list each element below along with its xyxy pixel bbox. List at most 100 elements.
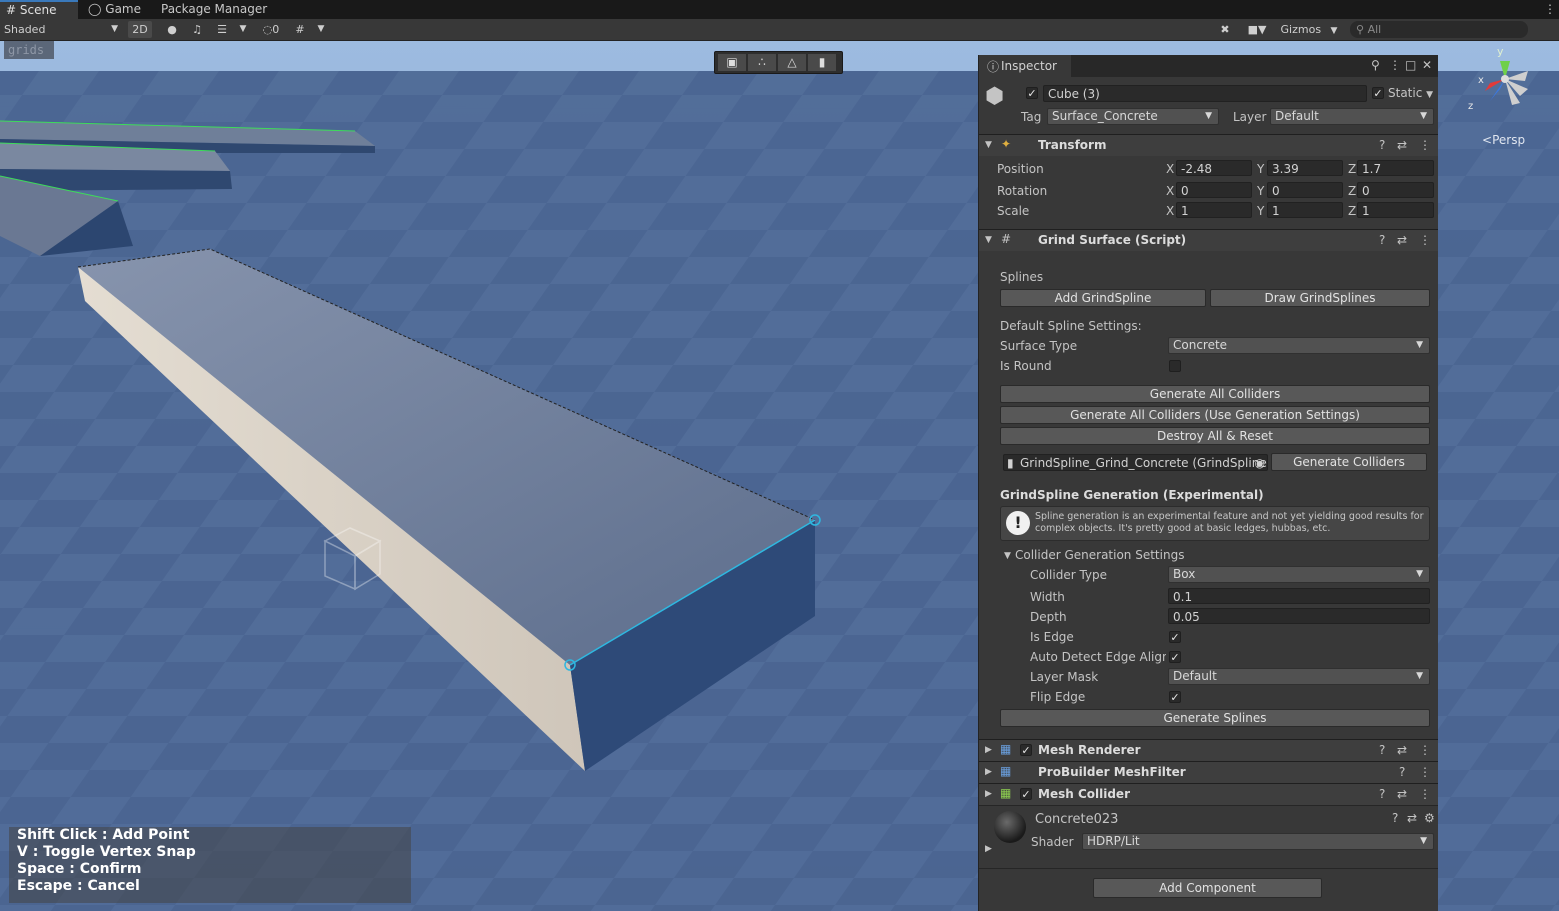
grid-toggle-icon[interactable]: #	[291, 21, 309, 38]
options-icon[interactable]: ⋮	[1389, 58, 1401, 72]
shader-dropdown[interactable]: HDRP/Lit ▼	[1082, 833, 1434, 850]
mesh-renderer-header[interactable]: ▶ ▦ ✓ Mesh Renderer ? ⇄ ⋮	[979, 739, 1438, 761]
lighting-toggle-icon[interactable]: ●	[163, 21, 181, 38]
foldout-collapsed-icon[interactable]: ▶	[985, 765, 992, 779]
destroy-all-reset-button[interactable]: Destroy All & Reset	[1000, 427, 1430, 445]
foldout-expanded-icon[interactable]: ▼	[985, 138, 992, 152]
foldout-collapsed-icon[interactable]: ▶	[985, 743, 992, 757]
auto-detect-edge-checkbox[interactable]: ✓	[1169, 651, 1181, 664]
active-checkbox[interactable]: ✓	[1026, 87, 1038, 100]
help-icon[interactable]: ?	[1392, 811, 1398, 825]
help-icon[interactable]: ?	[1399, 765, 1405, 779]
mesh-renderer-enabled-checkbox[interactable]: ✓	[1020, 744, 1032, 757]
component-menu-icon[interactable]: ⋮	[1419, 787, 1431, 801]
close-icon[interactable]: ✕	[1422, 58, 1432, 72]
foldout-collapsed-icon[interactable]: ▶	[985, 842, 992, 856]
vertex-mode-icon[interactable]: ∴	[748, 54, 776, 71]
gear-icon[interactable]: ⚙	[1424, 811, 1435, 825]
help-icon[interactable]: ?	[1379, 138, 1385, 152]
effects-toggle-icon[interactable]: ☰	[213, 21, 231, 38]
generate-colliders-button[interactable]: Generate Colliders	[1271, 453, 1427, 471]
gizmos-dropdown[interactable]: Gizmos ▼	[1276, 21, 1342, 38]
flip-edge-checkbox[interactable]: ✓	[1169, 691, 1181, 704]
object-mode-icon[interactable]: ▣	[718, 54, 746, 71]
tag-dropdown[interactable]: Surface_Concrete ▼	[1047, 108, 1219, 125]
face-mode-icon[interactable]: ▮	[808, 54, 836, 71]
probuilder-meshfilter-header[interactable]: ▶ ▦ ProBuilder MeshFilter ? ⋮	[979, 761, 1438, 783]
component-menu-icon[interactable]: ⋮	[1419, 743, 1431, 757]
preset-icon[interactable]: ⇄	[1397, 743, 1407, 757]
draw-grindsplines-button[interactable]: Draw GrindSplines	[1210, 289, 1430, 307]
layer-dropdown[interactable]: Default ▼	[1270, 108, 1434, 125]
component-menu-icon[interactable]: ⋮	[1419, 765, 1431, 779]
scene-search-input[interactable]: ⚲ All	[1350, 21, 1528, 38]
rotation-z-field[interactable]: 0	[1357, 182, 1434, 198]
position-y-field[interactable]: 3.39	[1267, 160, 1343, 176]
component-menu-icon[interactable]: ⋮	[1419, 138, 1431, 152]
add-grindspline-button[interactable]: Add GrindSpline	[1000, 289, 1206, 307]
preset-icon[interactable]: ⇄	[1397, 138, 1407, 152]
scale-z-field[interactable]: 1	[1357, 202, 1434, 218]
audio-toggle-icon[interactable]: ♫	[188, 21, 206, 38]
edge-mode-icon[interactable]: △	[778, 54, 806, 71]
tools-icon[interactable]: ✖	[1215, 21, 1235, 38]
add-component-button[interactable]: Add Component	[1093, 878, 1322, 898]
tab-package-manager[interactable]: Package Manager	[155, 0, 275, 19]
object-picker-icon[interactable]: ◉	[1255, 455, 1265, 470]
layer-value: Default	[1275, 109, 1319, 123]
scale-x-field[interactable]: 1	[1176, 202, 1252, 218]
surface-type-dropdown[interactable]: Concrete ▼	[1168, 337, 1430, 354]
preset-icon[interactable]: ⇄	[1407, 811, 1417, 825]
grindspline-object-field[interactable]: ▮ GrindSpline_Grind_Concrete (GrindSplin…	[1003, 454, 1268, 471]
static-dropdown[interactable]: Static ▼	[1388, 86, 1433, 100]
mesh-collider-enabled-checkbox[interactable]: ✓	[1020, 788, 1032, 801]
shading-mode-dropdown[interactable]: Shaded ▼	[4, 21, 122, 38]
object-name-field[interactable]: Cube (3)	[1043, 85, 1367, 102]
is-round-checkbox[interactable]	[1169, 360, 1181, 372]
component-menu-icon[interactable]: ⋮	[1419, 233, 1431, 247]
effects-dropdown-icon[interactable]: ▼	[236, 21, 250, 38]
tab-inspector[interactable]: ⓘ Inspector	[979, 55, 1071, 77]
tab-game[interactable]: ◯ Game	[82, 0, 154, 19]
tab-scene[interactable]: # Scene	[0, 0, 78, 19]
mesh-collider-header[interactable]: ▶ ▦ ✓ Mesh Collider ? ⇄ ⋮	[979, 783, 1438, 805]
generate-splines-button[interactable]: Generate Splines	[1000, 709, 1430, 727]
chevron-down-icon: ▼	[1205, 111, 1212, 121]
help-icon[interactable]: ?	[1379, 233, 1385, 247]
foldout-expanded-icon[interactable]: ▼	[1004, 549, 1011, 563]
generate-all-colliders-settings-button[interactable]: Generate All Colliders (Use Generation S…	[1000, 406, 1430, 424]
grid-dropdown-icon[interactable]: ▼	[314, 21, 328, 38]
foldout-collapsed-icon[interactable]: ▶	[985, 787, 992, 801]
width-field[interactable]: 0.1	[1168, 588, 1430, 604]
help-icon[interactable]: ?	[1379, 787, 1385, 801]
rotation-x-field[interactable]: 0	[1176, 182, 1252, 198]
toggle-2d-label: 2D	[132, 23, 148, 36]
preset-icon[interactable]: ⇄	[1397, 787, 1407, 801]
hidden-count: 0	[272, 23, 280, 36]
generate-all-colliders-button[interactable]: Generate All Colliders	[1000, 385, 1430, 403]
info-icon: ⓘ	[987, 60, 1000, 74]
default-spline-settings-label: Default Spline Settings:	[1000, 319, 1142, 333]
grind-surface-header[interactable]: ▼ # Grind Surface (Script) ? ⇄ ⋮	[979, 229, 1438, 251]
preset-icon[interactable]: ⇄	[1397, 233, 1407, 247]
position-x-field[interactable]: -2.48	[1176, 160, 1252, 176]
toggle-2d-button[interactable]: 2D	[128, 21, 152, 38]
static-checkbox[interactable]: ✓	[1372, 87, 1384, 100]
camera-settings-icon[interactable]: ■▼	[1241, 21, 1273, 38]
layer-mask-dropdown[interactable]: Default ▼	[1168, 668, 1430, 685]
tab-options-icon[interactable]: ⋮	[1538, 0, 1558, 19]
foldout-expanded-icon[interactable]: ▼	[985, 233, 992, 247]
collider-generation-settings-label[interactable]: Collider Generation Settings	[1015, 548, 1184, 562]
position-z-field[interactable]: 1.7	[1357, 160, 1434, 176]
collider-type-dropdown[interactable]: Box ▼	[1168, 566, 1430, 583]
help-icon[interactable]: ?	[1379, 743, 1385, 757]
depth-field[interactable]: 0.05	[1168, 608, 1430, 624]
maximize-icon[interactable]: □	[1405, 58, 1416, 72]
rotation-y-field[interactable]: 0	[1267, 182, 1343, 198]
perspective-toggle[interactable]: <Persp	[1482, 133, 1525, 147]
hidden-objects-toggle[interactable]: ◌0	[257, 21, 285, 38]
transform-header[interactable]: ▼ ✦ Transform ? ⇄ ⋮	[979, 134, 1438, 156]
scale-y-field[interactable]: 1	[1267, 202, 1343, 218]
lock-icon[interactable]: ⚲	[1371, 58, 1380, 72]
is-edge-checkbox[interactable]: ✓	[1169, 631, 1181, 644]
